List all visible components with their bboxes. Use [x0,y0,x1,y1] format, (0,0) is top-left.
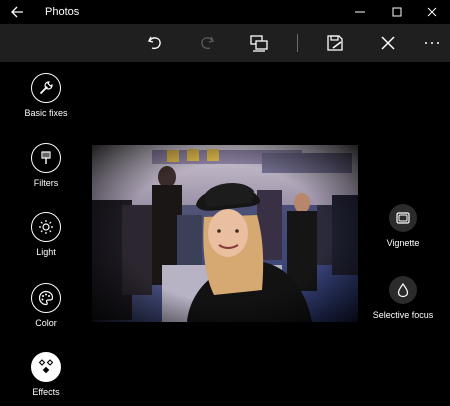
tool-label-light: Light [36,247,56,257]
tool-button-basic-fixes[interactable] [31,73,61,103]
compare-icon [250,35,268,52]
redo-button[interactable] [196,32,218,54]
more-button[interactable] [421,32,443,54]
close-icon [381,36,395,50]
effects-icon [38,359,54,374]
compare-button[interactable] [248,32,270,54]
title-bar: Photos [0,0,450,24]
effect-selective-focus[interactable]: Selective focus [363,276,443,320]
wrench-icon [39,81,53,95]
minimize-button[interactable] [348,2,372,22]
tool-filters[interactable]: Filters [10,143,82,188]
vignette-label: Vignette [386,238,420,248]
save-copy-button[interactable] [324,32,346,54]
arrow-left-icon [11,6,23,18]
command-bar [0,24,450,62]
undo-button[interactable] [144,32,166,54]
effect-vignette[interactable]: Vignette [363,204,443,248]
tool-basic-fixes[interactable]: Basic fixes [10,73,82,118]
undo-icon [147,36,161,50]
tool-color[interactable]: Color [10,283,82,328]
tool-label-color: Color [35,318,57,328]
tool-label-effects: Effects [32,387,60,397]
maximize-icon [392,7,402,17]
tool-light[interactable]: Light [10,212,82,257]
toolbar-divider [297,34,298,52]
sun-icon [39,220,53,234]
close-icon [427,7,437,17]
more-icon [425,42,439,44]
selective-focus-button[interactable] [389,276,417,304]
photos-app: Photos Basic fixes Filters Light Color E… [0,0,450,406]
cancel-button[interactable] [377,32,399,54]
back-button[interactable] [8,3,28,21]
selective-focus-label: Selective focus [372,310,434,320]
close-window-button[interactable] [420,2,444,22]
tool-label-basic-fixes: Basic fixes [24,108,68,118]
drop-icon [397,282,409,298]
tool-button-color[interactable] [31,283,61,313]
vignette-icon [396,212,410,224]
tool-label-filters: Filters [33,178,59,188]
photo-image [92,145,358,322]
tool-button-filters[interactable] [31,143,61,173]
maximize-button[interactable] [385,2,409,22]
tool-effects[interactable]: Effects [10,352,82,397]
edited-photo [92,145,358,322]
window-title: Photos [45,6,80,18]
minimize-icon [355,11,365,13]
filter-icon [41,151,51,164]
palette-icon [38,290,54,306]
redo-icon [201,36,215,50]
vignette-button[interactable] [389,204,417,232]
tool-button-light[interactable] [31,212,61,242]
tool-button-effects[interactable] [31,352,61,382]
save-copy-icon [327,35,343,51]
